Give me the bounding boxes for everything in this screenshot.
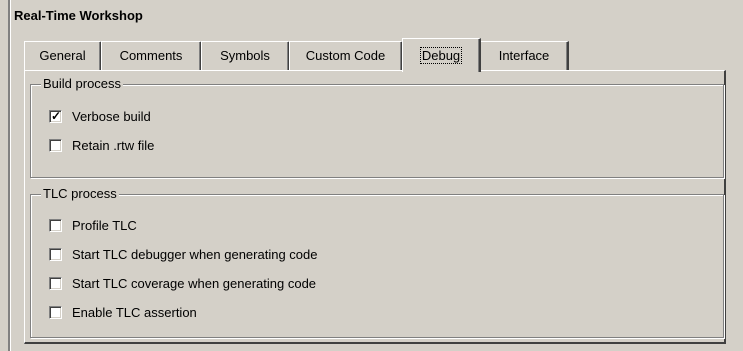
tab-interface[interactable]: Interface — [480, 41, 569, 70]
tab-label: Custom Code — [305, 48, 386, 63]
tab-symbols[interactable]: Symbols — [201, 41, 290, 70]
tlc-debugger-checkbox[interactable]: Start TLC debugger when generating code — [49, 245, 317, 263]
build-process-title: Build process — [41, 76, 124, 91]
tlc-assertion-checkbox[interactable]: Enable TLC assertion — [49, 303, 197, 321]
tab-general[interactable]: General — [24, 41, 102, 70]
checkbox-label: Start TLC debugger when generating code — [72, 246, 318, 262]
checkbox-label: Enable TLC assertion — [72, 304, 197, 320]
page-title: Real-Time Workshop — [14, 8, 143, 23]
tab-comments[interactable]: Comments — [101, 41, 202, 70]
tab-debug[interactable]: Debug — [402, 38, 481, 72]
checkbox-box[interactable]: ✓ — [49, 108, 62, 123]
verbose-build-checkbox[interactable]: ✓ Verbose build — [49, 107, 151, 125]
tlc-process-group: TLC process Profile TLC Start TLC debugg… — [30, 186, 724, 338]
checkbox-label: Start TLC coverage when generating code — [72, 275, 317, 291]
checkbox-box[interactable] — [49, 138, 62, 152]
checkmark-icon: ✓ — [51, 108, 62, 123]
profile-tlc-checkbox[interactable]: Profile TLC — [49, 216, 137, 234]
checkbox-box[interactable] — [49, 247, 62, 261]
debug-panel: Build process ✓ Verbose build Retain .rt… — [24, 70, 726, 344]
build-process-group: Build process ✓ Verbose build Retain .rt… — [30, 76, 724, 178]
retain-rtw-file-checkbox[interactable]: Retain .rtw file — [49, 136, 154, 154]
window-left-border — [8, 0, 11, 351]
tlc-process-title: TLC process — [41, 186, 119, 201]
tab-custom-code[interactable]: Custom Code — [289, 41, 403, 70]
tab-label: General — [39, 48, 86, 63]
checkbox-label: Verbose build — [72, 108, 151, 124]
checkbox-box[interactable] — [49, 218, 62, 232]
tab-label: Interface — [498, 48, 550, 63]
checkbox-label: Profile TLC — [72, 217, 137, 233]
checkbox-box[interactable] — [49, 305, 62, 319]
tlc-coverage-checkbox[interactable]: Start TLC coverage when generating code — [49, 274, 316, 292]
tab-label: Symbols — [220, 48, 270, 63]
checkbox-box[interactable] — [49, 276, 62, 290]
checkbox-label: Retain .rtw file — [72, 137, 155, 153]
tab-label: Comments — [119, 48, 183, 63]
tab-label: Debug — [419, 47, 463, 64]
